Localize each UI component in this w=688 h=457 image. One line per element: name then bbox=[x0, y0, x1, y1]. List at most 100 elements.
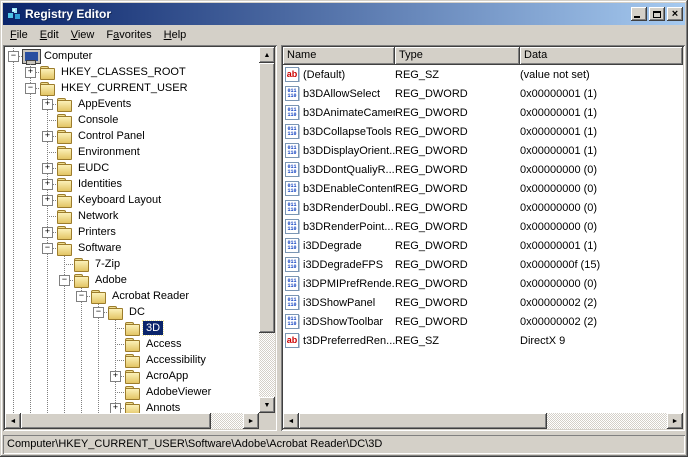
tree-item-console[interactable]: Console bbox=[5, 112, 259, 128]
expand-toggle-icon[interactable]: + bbox=[110, 371, 121, 382]
collapse-toggle-icon[interactable]: − bbox=[56, 272, 73, 288]
close-button[interactable]: × bbox=[667, 7, 683, 21]
collapse-toggle-icon[interactable]: − bbox=[59, 275, 70, 286]
collapse-toggle-icon[interactable]: − bbox=[8, 51, 19, 62]
collapse-toggle-icon[interactable]: − bbox=[39, 240, 56, 256]
value-row-i3ddegradefps[interactable]: i3DDegradeFPS REG_DWORD 0x0000000f (15) bbox=[283, 255, 683, 274]
tree-item-hkey-classes-root[interactable]: + HKEY_CLASSES_ROOT bbox=[5, 64, 259, 80]
tree-item-control-panel[interactable]: + Control Panel bbox=[5, 128, 259, 144]
tree-item-eudc[interactable]: + EUDC bbox=[5, 160, 259, 176]
expand-toggle-icon[interactable]: + bbox=[39, 192, 56, 208]
collapse-toggle-icon[interactable]: − bbox=[73, 288, 90, 304]
expand-toggle-icon[interactable]: + bbox=[42, 195, 53, 206]
expand-toggle-icon[interactable]: + bbox=[42, 131, 53, 142]
tree-item-adobe[interactable]: − Adobe bbox=[5, 272, 259, 288]
value-row-i3ddegrade[interactable]: i3DDegrade REG_DWORD 0x00000001 (1) bbox=[283, 236, 683, 255]
column-header-name[interactable]: Name bbox=[283, 47, 395, 65]
tree-item-acroapp[interactable]: + AcroApp bbox=[5, 368, 259, 384]
tree-item-printers[interactable]: + Printers bbox=[5, 224, 259, 240]
value-row-i3dshowpanel[interactable]: i3DShowPanel REG_DWORD 0x00000002 (2) bbox=[283, 293, 683, 312]
scroll-left-icon[interactable]: ◄ bbox=[283, 413, 299, 429]
value-row-b3drenderpoint[interactable]: b3DRenderPoint...REG_DWORD 0x00000000 (0) bbox=[283, 217, 683, 236]
dword-value-icon bbox=[285, 257, 299, 272]
value-row-b3danimatecamera[interactable]: b3DAnimateCameraREG_DWORD 0x00000001 (1) bbox=[283, 103, 683, 122]
menu-view[interactable]: View bbox=[65, 27, 101, 44]
scroll-down-icon[interactable]: ▼ bbox=[259, 397, 275, 413]
column-header-type[interactable]: Type bbox=[395, 47, 520, 65]
expand-toggle-icon[interactable]: + bbox=[107, 400, 124, 413]
expand-toggle-icon[interactable]: + bbox=[110, 403, 121, 413]
minimize-button[interactable] bbox=[631, 7, 647, 21]
tree-guide-line bbox=[5, 352, 22, 368]
expand-toggle-icon[interactable]: + bbox=[39, 128, 56, 144]
tree-item-environment[interactable]: Environment bbox=[5, 144, 259, 160]
list-horizontal-scrollbar[interactable]: ◄ ► bbox=[283, 413, 683, 429]
tree-guide-line bbox=[22, 384, 39, 400]
collapse-toggle-icon[interactable]: − bbox=[90, 304, 107, 320]
tree-horizontal-scrollbar[interactable]: ◄ ► bbox=[5, 413, 259, 429]
tree-item-accessibility[interactable]: Accessibility bbox=[5, 352, 259, 368]
folder-icon bbox=[124, 384, 140, 400]
menu-file[interactable]: File bbox=[4, 27, 34, 44]
expand-toggle-icon[interactable]: + bbox=[22, 64, 39, 80]
tree-guide-line bbox=[5, 208, 22, 224]
value-row-b3ddisplayorient[interactable]: b3DDisplayOrient...REG_DWORD 0x00000001 (… bbox=[283, 141, 683, 160]
tree-item-annots[interactable]: + Annots bbox=[5, 400, 259, 413]
scroll-left-icon[interactable]: ◄ bbox=[5, 413, 21, 429]
collapse-toggle-icon[interactable]: − bbox=[5, 48, 22, 64]
value-row-b3denablecontent[interactable]: b3DEnableContentREG_DWORD 0x00000000 (0) bbox=[283, 179, 683, 198]
tree-item-computer[interactable]: − Computer bbox=[5, 48, 259, 65]
tree-vscroll-thumb[interactable] bbox=[259, 63, 275, 333]
value-row-i3dpmiprefrende[interactable]: i3DPMIPrefRende...REG_DWORD 0x00000000 (0… bbox=[283, 274, 683, 293]
menu-edit[interactable]: Edit bbox=[34, 27, 65, 44]
menu-help[interactable]: Help bbox=[158, 27, 193, 44]
tree-item-dc[interactable]: − DC bbox=[5, 304, 259, 320]
column-header-data[interactable]: Data bbox=[520, 47, 683, 65]
folder-icon bbox=[124, 352, 140, 368]
tree-item-network[interactable]: Network bbox=[5, 208, 259, 224]
value-row-default[interactable]: (Default) REG_SZ (value not set) bbox=[283, 65, 683, 84]
value-row-b3dcollapsetools[interactable]: b3DCollapseToolsREG_DWORD 0x00000001 (1) bbox=[283, 122, 683, 141]
menu-favorites[interactable]: Favorites bbox=[100, 27, 157, 44]
value-row-t3dpreferredren[interactable]: t3DPreferredRen...REG_SZ DirectX 9 bbox=[283, 331, 683, 350]
tree-hscroll-thumb[interactable] bbox=[21, 413, 211, 429]
collapse-toggle-icon[interactable]: − bbox=[42, 243, 53, 254]
expand-toggle-icon[interactable]: + bbox=[42, 227, 53, 238]
tree-item-keyboard-layout[interactable]: + Keyboard Layout bbox=[5, 192, 259, 208]
tree-item-label: Console bbox=[78, 114, 119, 126]
scroll-up-icon[interactable]: ▲ bbox=[259, 47, 275, 63]
expand-toggle-icon[interactable]: + bbox=[42, 163, 53, 174]
title-bar[interactable]: Registry Editor × bbox=[3, 3, 685, 25]
scroll-right-icon[interactable]: ► bbox=[667, 413, 683, 429]
list-hscroll-thumb[interactable] bbox=[299, 413, 547, 429]
expand-toggle-icon[interactable]: + bbox=[107, 368, 124, 384]
tree-item-access[interactable]: Access bbox=[5, 336, 259, 352]
expand-toggle-icon[interactable]: + bbox=[39, 224, 56, 240]
tree-vertical-scrollbar[interactable]: ▲ ▼ bbox=[259, 47, 275, 413]
expand-toggle-icon[interactable]: + bbox=[25, 67, 36, 78]
expand-toggle-icon[interactable]: + bbox=[39, 160, 56, 176]
expand-toggle-icon[interactable]: + bbox=[42, 179, 53, 190]
value-row-b3drenderdoubl[interactable]: b3DRenderDoubl...REG_DWORD 0x00000000 (0) bbox=[283, 198, 683, 217]
tree-item-acrobat-reader[interactable]: − Acrobat Reader bbox=[5, 288, 259, 304]
tree-item-3d[interactable]: 3D bbox=[5, 320, 259, 336]
collapse-toggle-icon[interactable]: − bbox=[76, 291, 87, 302]
string-value-icon bbox=[285, 333, 299, 348]
expand-toggle-icon[interactable]: + bbox=[39, 96, 56, 112]
tree-item-adobeviewer[interactable]: AdobeViewer bbox=[5, 384, 259, 400]
tree-item-software[interactable]: − Software bbox=[5, 240, 259, 256]
value-row-b3dallowselect[interactable]: b3DAllowSelect REG_DWORD 0x00000001 (1) bbox=[283, 84, 683, 103]
scroll-right-icon[interactable]: ► bbox=[243, 413, 259, 429]
expand-toggle-icon[interactable]: + bbox=[39, 176, 56, 192]
tree-item-identities[interactable]: + Identities bbox=[5, 176, 259, 192]
collapse-toggle-icon[interactable]: − bbox=[93, 307, 104, 318]
collapse-toggle-icon[interactable]: − bbox=[22, 80, 39, 96]
value-row-i3dshowtoolbar[interactable]: i3DShowToolbar REG_DWORD 0x00000002 (2) bbox=[283, 312, 683, 331]
tree-item-7-zip[interactable]: 7-Zip bbox=[5, 256, 259, 272]
value-row-b3ddontqualiyr[interactable]: b3DDontQualiyR...REG_DWORD 0x00000000 (0) bbox=[283, 160, 683, 179]
tree-item-appevents[interactable]: + AppEvents bbox=[5, 96, 259, 112]
maximize-button[interactable] bbox=[649, 7, 665, 21]
expand-toggle-icon[interactable]: + bbox=[42, 99, 53, 110]
collapse-toggle-icon[interactable]: − bbox=[25, 83, 36, 94]
tree-item-hkey-current-user[interactable]: − HKEY_CURRENT_USER bbox=[5, 80, 259, 96]
